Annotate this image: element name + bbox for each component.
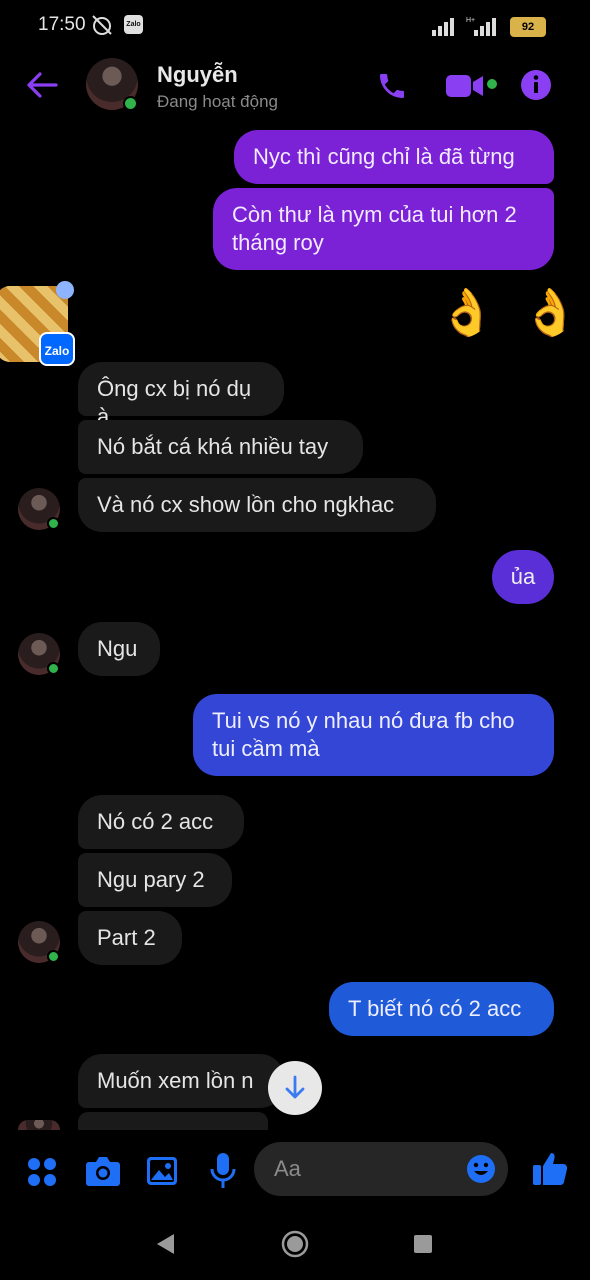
system-navigation-bar <box>0 1212 590 1280</box>
like-thumb-icon[interactable] <box>532 1150 568 1186</box>
message-outgoing[interactable]: Nyc thì cũng chỉ là đã từng <box>234 130 554 184</box>
chat-header: Nguyễn Đang hoạt động <box>0 52 590 122</box>
online-indicator <box>123 96 138 111</box>
back-arrow-icon[interactable] <box>26 71 58 99</box>
unread-dot <box>56 281 74 299</box>
sender-avatar-partial <box>18 1120 60 1130</box>
svg-text:H+: H+ <box>466 17 475 24</box>
composer-bar: Aa <box>0 1130 590 1212</box>
nav-back-icon[interactable] <box>154 1232 176 1256</box>
camera-icon[interactable] <box>85 1155 121 1187</box>
signal-hplus-icon: H+ <box>466 17 496 36</box>
online-indicator <box>47 950 60 963</box>
message-incoming-partial <box>78 1112 268 1130</box>
gallery-icon[interactable] <box>146 1156 178 1186</box>
phone-icon[interactable] <box>376 70 408 102</box>
battery-icon: 92 <box>510 17 546 37</box>
message-incoming[interactable]: Muốn xem lồn n <box>78 1054 284 1108</box>
status-time: 17:50 <box>38 14 86 35</box>
message-incoming[interactable]: Ngu pary 2 <box>78 853 232 907</box>
zalo-notification-icon: Zalo <box>124 15 143 34</box>
message-incoming[interactable]: Part 2 <box>78 911 182 965</box>
signal-icon <box>432 18 454 36</box>
status-bar: 17:50 Zalo H+ 92 <box>0 0 590 52</box>
active-status: Đang hoạt động <box>157 92 278 111</box>
online-indicator <box>47 662 60 675</box>
message-input[interactable]: Aa <box>254 1142 508 1196</box>
message-incoming[interactable]: Nó có 2 acc <box>78 795 244 849</box>
emoji-icon[interactable] <box>466 1154 496 1184</box>
nav-recents-icon[interactable] <box>413 1234 433 1254</box>
message-outgoing[interactable]: ủa <box>492 550 554 604</box>
microphone-icon[interactable] <box>210 1152 236 1190</box>
message-outgoing[interactable]: Còn thư là nym của tui hơn 2 tháng roy <box>213 188 554 270</box>
message-incoming[interactable]: Ngu <box>78 622 160 676</box>
video-call-icon[interactable] <box>446 72 484 100</box>
online-indicator <box>47 517 60 530</box>
message-input-placeholder: Aa <box>274 1156 301 1181</box>
arrow-down-icon <box>285 1075 305 1099</box>
alarm-off-icon <box>92 15 112 35</box>
message-outgoing[interactable]: Tui vs nó y nhau nó đưa fb cho tui cầm m… <box>193 694 554 776</box>
message-incoming[interactable]: Và nó cx show lồn cho ngkhac <box>78 478 436 532</box>
message-incoming[interactable]: Ông cx bị nó dụ à <box>78 362 284 429</box>
nav-home-icon[interactable] <box>281 1230 309 1258</box>
contact-name[interactable]: Nguyễn <box>157 62 238 88</box>
zalo-app-icon: Zalo <box>39 332 75 366</box>
scroll-to-bottom-button[interactable] <box>268 1061 322 1115</box>
info-icon[interactable] <box>520 69 552 101</box>
message-incoming[interactable]: Nó bắt cá khá nhiều tay <box>78 420 363 474</box>
video-online-dot <box>487 79 497 89</box>
message-outgoing[interactable]: T biết nó có 2 acc <box>329 982 554 1036</box>
emoji-message[interactable]: 👌 👌 <box>438 284 585 340</box>
apps-grid-icon[interactable] <box>26 1156 58 1188</box>
